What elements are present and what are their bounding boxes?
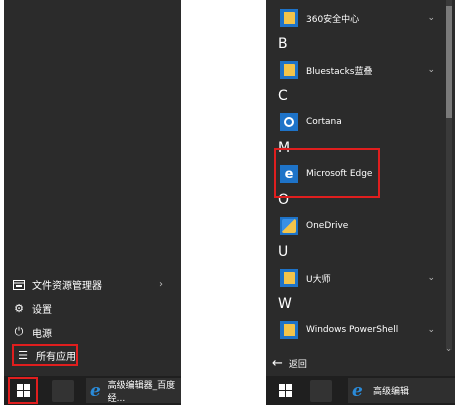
app-label: OneDrive — [306, 221, 349, 231]
taskbar-pinned-app[interactable] — [52, 380, 74, 402]
taskbar-pinned-app[interactable] — [310, 380, 332, 402]
taskbar-task-label: 高级编辑器_百度经... — [107, 380, 176, 404]
app-item-bluestacks[interactable]: Bluestacks蓝叠 ⌄ — [266, 56, 441, 84]
file-explorer-icon — [12, 277, 26, 291]
app-label: 360安全中心 — [306, 14, 360, 25]
file-explorer-menu-item[interactable]: 文件资源管理器 › — [4, 272, 181, 296]
app-label: Windows PowerShell — [306, 325, 399, 335]
chevron-down-icon: ⌄ — [427, 65, 435, 75]
all-apps-panel: 360安全中心 ⌄ B Bluestacks蓝叠 ⌄ C Cortana M e… — [266, 0, 455, 405]
start-menu-left-list: 文件资源管理器 › ⚙ 设置 ⏻ 电源 ☰ 所有应用 — [4, 272, 181, 366]
windows-logo-icon — [16, 384, 30, 397]
arrow-left-icon: ← — [272, 356, 283, 371]
list-icon: ☰ — [18, 348, 28, 362]
folder-icon — [280, 321, 298, 339]
windows-logo-icon — [278, 384, 292, 397]
scrollbar-thumb[interactable] — [446, 6, 452, 118]
start-button[interactable] — [8, 377, 38, 404]
chevron-right-icon: › — [159, 278, 163, 290]
app-item-360[interactable]: 360安全中心 ⌄ — [266, 4, 441, 32]
power-menu-item[interactable]: ⏻ 电源 — [4, 320, 181, 344]
app-item-windows-powershell[interactable]: Windows PowerShell ⌄ — [266, 316, 441, 344]
app-label: Bluestacks蓝叠 — [306, 66, 373, 77]
taskbar-ie-task[interactable]: e 高级编辑器_百度经... — [86, 378, 181, 404]
chevron-down-icon: ⌄ — [427, 13, 435, 23]
chevron-down-icon: ⌄ — [427, 325, 435, 335]
taskbar-ie-task[interactable]: e 高级编辑 — [348, 378, 455, 403]
power-icon: ⏻ — [14, 325, 24, 338]
letter-header-c[interactable]: C — [266, 84, 441, 108]
app-item-onedrive[interactable]: OneDrive — [266, 212, 441, 240]
edge-highlight-box — [274, 148, 380, 198]
chevron-down-icon: ⌄ — [427, 273, 435, 283]
all-apps-menu-item[interactable]: ☰ 所有应用 — [12, 344, 78, 366]
start-button[interactable] — [270, 377, 300, 404]
app-label: Cortana — [306, 117, 342, 127]
settings-menu-item[interactable]: ⚙ 设置 — [4, 296, 181, 320]
taskbar-right: e 高级编辑 — [266, 376, 455, 405]
back-label: 返回 — [288, 360, 307, 370]
taskbar-task-label: 高级编辑 — [373, 387, 410, 397]
internet-explorer-icon: e — [90, 380, 101, 401]
settings-label: 设置 — [32, 304, 52, 316]
scroll-down-icon[interactable]: ⌄ — [445, 344, 452, 353]
app-item-u-master[interactable]: U大师 ⌄ — [266, 264, 441, 292]
internet-explorer-icon: e — [352, 380, 363, 401]
folder-icon — [280, 269, 298, 287]
letter-header-u[interactable]: U — [266, 240, 441, 264]
gear-icon: ⚙ — [14, 301, 24, 315]
taskbar-left: e 高级编辑器_百度经... — [4, 376, 181, 405]
start-menu-left: 文件资源管理器 › ⚙ 设置 ⏻ 电源 ☰ 所有应用 e 高级编辑器_百度经..… — [4, 0, 181, 405]
cortana-icon — [280, 113, 298, 131]
back-button[interactable]: ← 返回 — [272, 356, 307, 371]
file-explorer-label: 文件资源管理器 — [32, 280, 102, 292]
onedrive-icon — [280, 217, 298, 235]
folder-icon — [280, 61, 298, 79]
app-label: U大师 — [306, 274, 331, 285]
app-item-cortana[interactable]: Cortana — [266, 108, 441, 136]
letter-header-w[interactable]: W — [266, 292, 441, 316]
power-label: 电源 — [32, 328, 52, 340]
scrollbar[interactable] — [446, 0, 452, 350]
letter-header-b[interactable]: B — [266, 32, 441, 56]
folder-icon — [280, 9, 298, 27]
all-apps-label: 所有应用 — [36, 351, 76, 363]
